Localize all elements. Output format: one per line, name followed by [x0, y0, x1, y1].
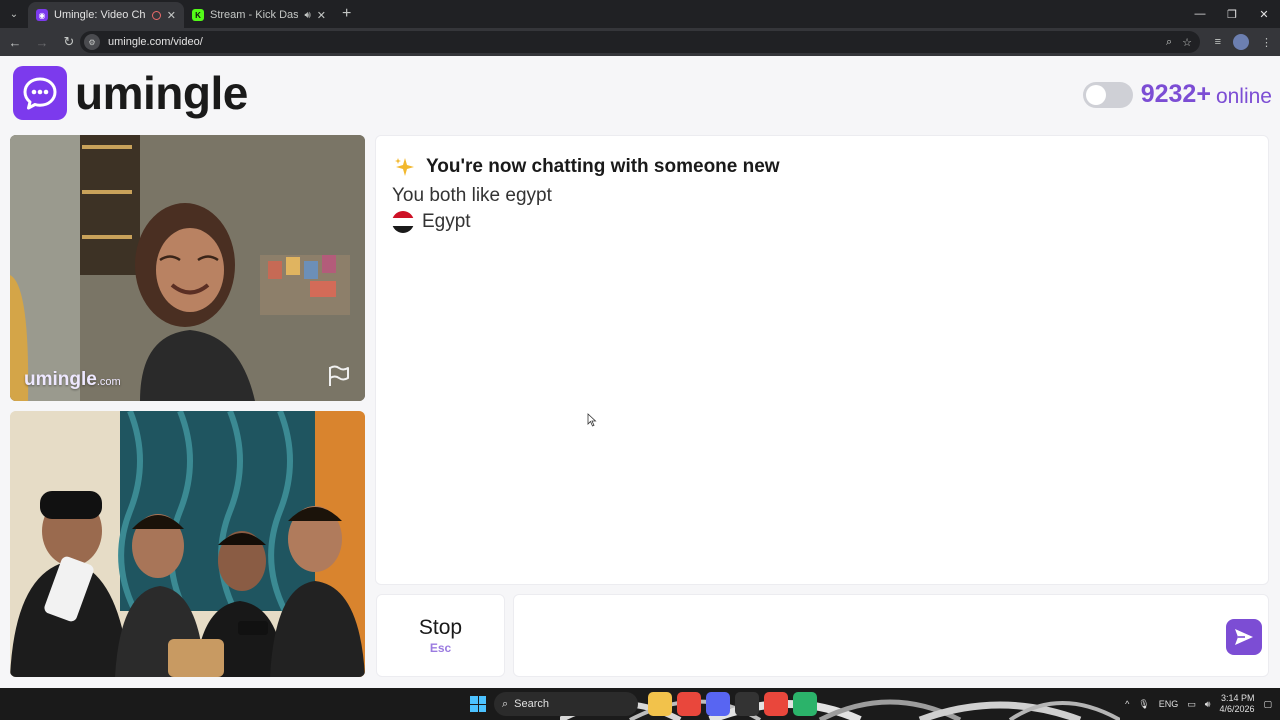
audio-playing-icon[interactable]: 🔊︎	[304, 10, 310, 21]
self-video	[10, 411, 365, 677]
chat-bubble-logo-icon	[13, 66, 67, 120]
recording-indicator-icon	[151, 10, 161, 20]
self-video-frame	[10, 411, 365, 677]
tab-kick-dashboard[interactable]: K Stream - Kick Dashboard 🔊︎ ✕	[184, 2, 334, 28]
zoom-icon[interactable]: ⌕	[1166, 36, 1172, 49]
language-indicator[interactable]: ENG	[1159, 699, 1179, 709]
theme-toggle[interactable]	[1082, 81, 1133, 108]
url-text: umingle.com/video/	[108, 36, 203, 48]
forward-icon[interactable]: →	[30, 30, 54, 54]
taskbar-search-label: Search	[514, 698, 550, 710]
browser-menu-icon[interactable]: ⋮	[1261, 36, 1272, 49]
send-button[interactable]	[1226, 619, 1262, 655]
chrome-icon[interactable]	[677, 692, 701, 716]
send-icon	[1235, 629, 1253, 645]
profile-avatar[interactable]	[1233, 34, 1249, 50]
umingle-watermark: umingle.com	[24, 369, 121, 391]
tab-umingle[interactable]: ◉ Umingle: Video Chat with S ✕	[28, 2, 184, 28]
obs-icon[interactable]	[735, 692, 759, 716]
clock-time: 3:14 PM	[1220, 693, 1255, 703]
clock-date: 4/6/2026	[1219, 704, 1255, 714]
window-controls: — ❐ ✕	[1184, 0, 1280, 28]
file-explorer-icon[interactable]	[648, 692, 672, 716]
site-info-icon[interactable]: ⚙	[84, 34, 100, 50]
country-name: Egypt	[422, 211, 471, 232]
microphone-icon[interactable]: 🎙︎	[1138, 699, 1149, 710]
tab-title: Umingle: Video Chat with S	[54, 9, 146, 21]
close-tab-icon[interactable]: ✕	[317, 9, 326, 22]
report-flag-icon[interactable]	[327, 365, 351, 387]
browser-toolbar: ← → ↻ ⚙ umingle.com/video/ ⌕ ☆ ≡ ⋮	[0, 28, 1280, 56]
system-tray: ^ 🎙︎ ENG ▭ 🔊︎ 3:14 PM 4/6/2026 ▢	[1125, 688, 1272, 720]
brand-name: umingle	[75, 67, 248, 119]
watermark-suffix: .com	[96, 376, 121, 388]
watermark-main: umingle	[24, 369, 97, 390]
stranger-video: umingle.com	[10, 135, 365, 401]
discord-icon[interactable]	[706, 692, 730, 716]
stop-button[interactable]: Stop Esc	[376, 594, 505, 677]
system-message-intro: You're now chatting with someone new	[394, 156, 780, 178]
message-input[interactable]	[524, 605, 1214, 665]
message-composer	[513, 594, 1269, 677]
minimize-icon[interactable]: —	[1184, 0, 1216, 28]
new-tab-icon[interactable]: +	[342, 5, 351, 23]
kick-favicon-icon: K	[192, 9, 204, 21]
tray-overflow-icon[interactable]: ^	[1125, 699, 1129, 709]
page: umingle 9232+ online umingle.com You're …	[0, 56, 1280, 688]
sparkles-icon	[395, 158, 414, 176]
taskbar-clock[interactable]: 3:14 PM 4/6/2026	[1219, 693, 1254, 715]
media-control-icon[interactable]: ≡	[1215, 36, 1221, 48]
online-count: 9232+	[1140, 80, 1211, 108]
reload-icon[interactable]: ↻	[57, 30, 81, 54]
shared-interest-message: You both like egypt	[392, 185, 552, 206]
address-bar[interactable]: ⚙ umingle.com/video/ ⌕ ☆	[80, 31, 1200, 53]
egypt-flag-icon	[392, 211, 414, 233]
mouse-cursor-icon	[587, 413, 597, 427]
notification-icon[interactable]: ▢	[1263, 699, 1272, 710]
windows-start-icon[interactable]	[470, 696, 486, 712]
tab-search-icon[interactable]: ⌄	[4, 4, 24, 24]
chrome-active-icon[interactable]	[764, 692, 788, 716]
intro-text: You're now chatting with someone new	[426, 156, 780, 177]
online-label: online	[1215, 84, 1272, 108]
network-icon[interactable]: ▭	[1187, 699, 1196, 710]
tab-title: Stream - Kick Dashboard	[210, 9, 299, 21]
taskbar-search[interactable]: ⌕ Search	[494, 692, 638, 716]
stranger-video-frame	[10, 135, 365, 401]
windows-taskbar: ⌕ Search ^ 🎙︎ ENG ▭ 🔊︎ 3:14 PM 4/6/2026 …	[0, 688, 1280, 720]
bookmark-star-icon[interactable]: ☆	[1182, 36, 1192, 49]
browser-tab-strip: ⌄ ◉ Umingle: Video Chat with S ✕ K Strea…	[0, 0, 1280, 28]
android-app-icon[interactable]	[793, 692, 817, 716]
back-icon[interactable]: ←	[3, 30, 27, 54]
wallpaper-strip	[560, 688, 1120, 720]
close-tab-icon[interactable]: ✕	[167, 9, 176, 22]
stop-label: Stop	[418, 616, 463, 639]
volume-icon[interactable]: 🔊︎	[1205, 699, 1211, 710]
online-status: 9232+ online	[1082, 80, 1272, 109]
umingle-favicon-icon: ◉	[36, 9, 48, 21]
stranger-country: Egypt	[392, 211, 471, 233]
close-window-icon[interactable]: ✕	[1248, 0, 1280, 28]
search-icon: ⌕	[502, 697, 509, 710]
brand-logo[interactable]: umingle	[13, 66, 248, 120]
chat-log: You're now chatting with someone new You…	[375, 135, 1269, 585]
restore-icon[interactable]: ❐	[1216, 0, 1248, 28]
stop-shortcut: Esc	[429, 641, 452, 655]
taskbar-apps	[648, 692, 817, 716]
